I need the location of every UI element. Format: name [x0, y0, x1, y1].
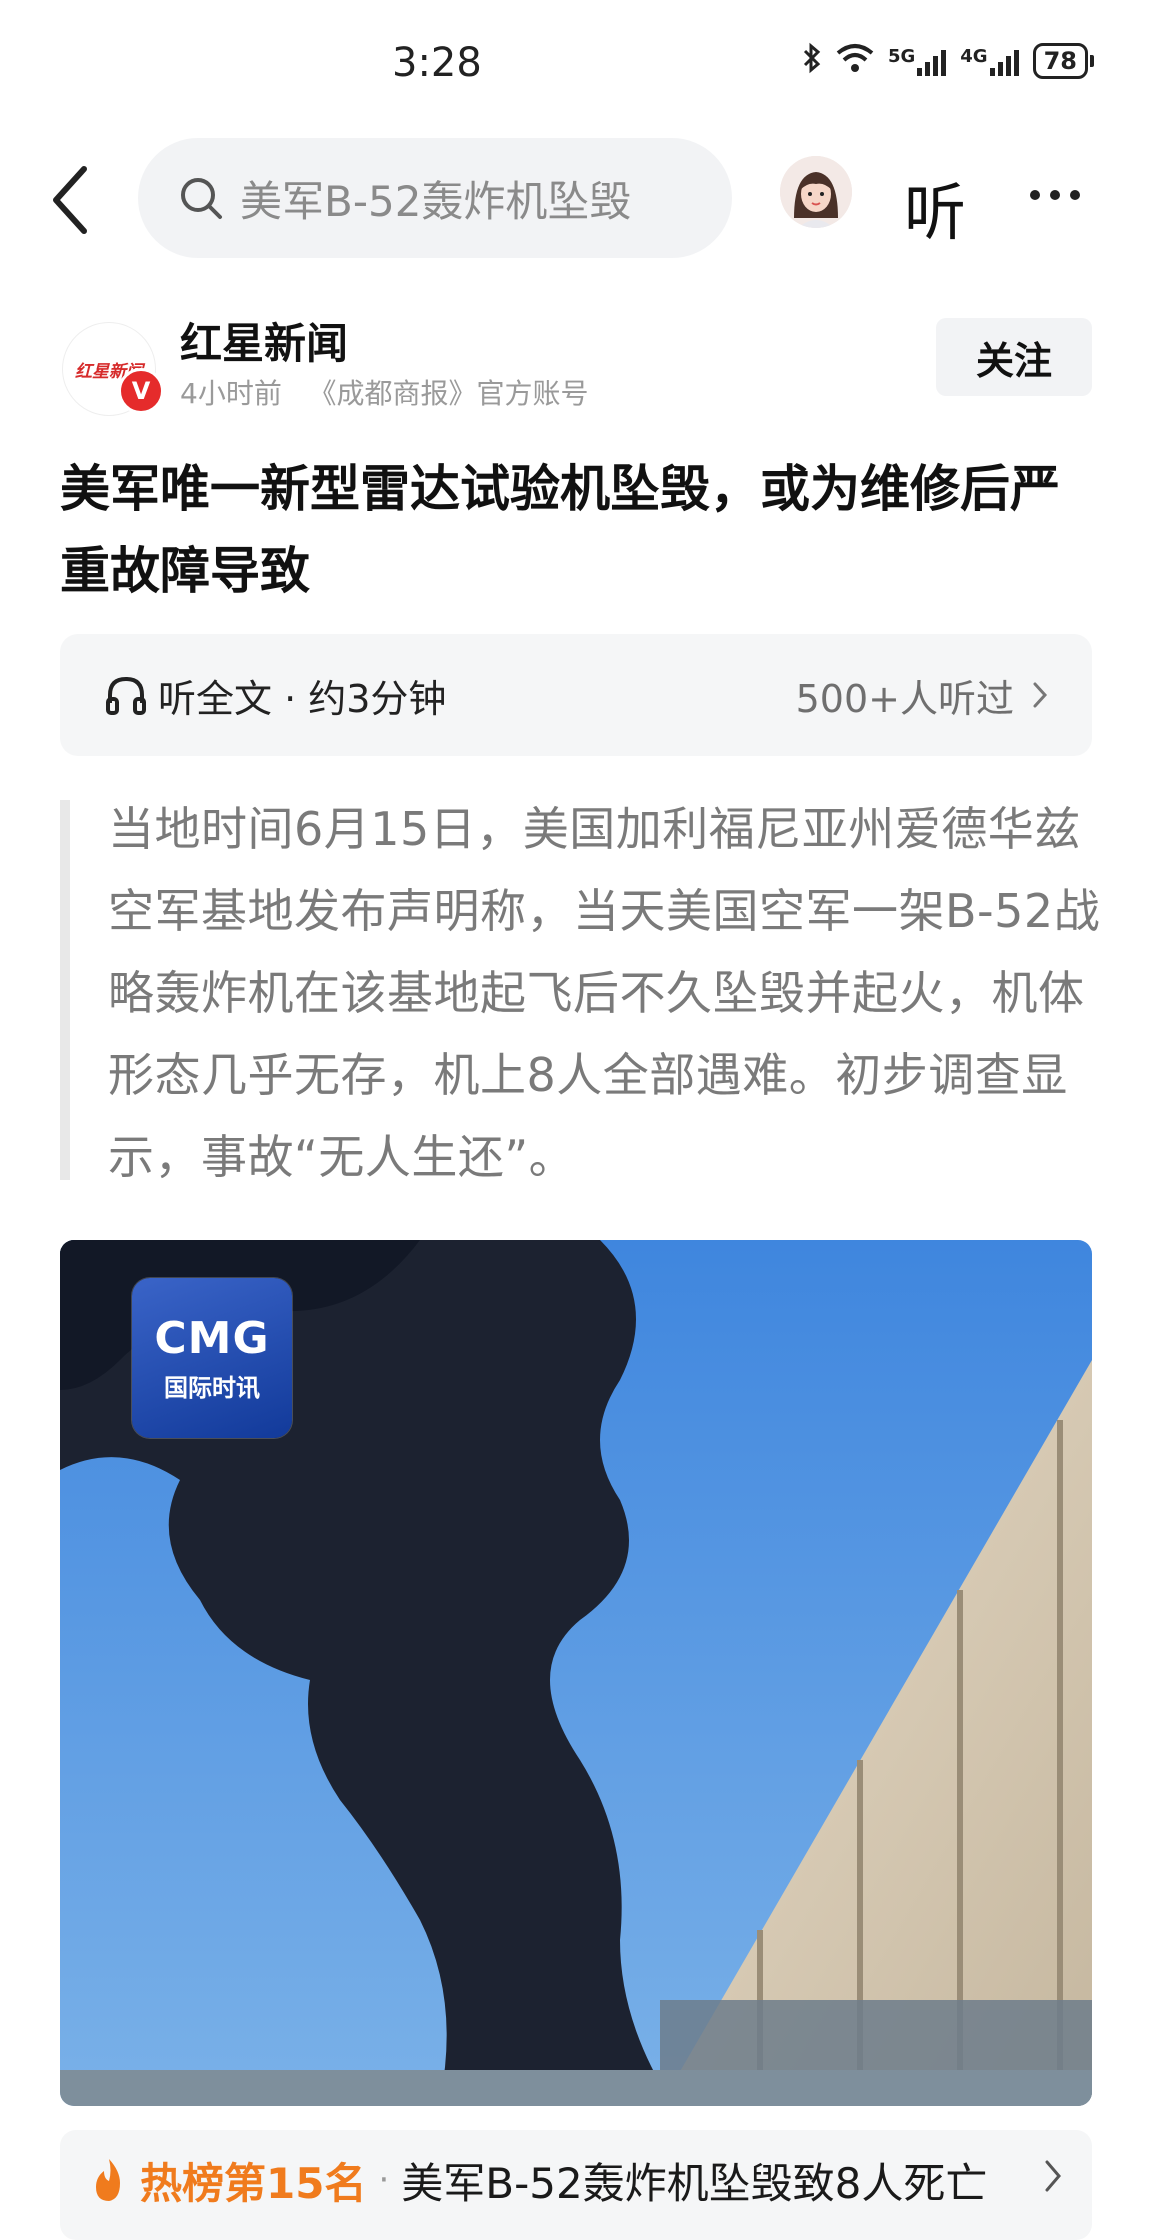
search-bar[interactable]: 美军B-52轰炸机坠毁 [138, 138, 732, 258]
status-icons: 5G 4G 78 [802, 42, 1095, 80]
article-title: 美军唯一新型雷达试验机坠毁，或为维修后严重故障导致 [60, 460, 1060, 600]
hot-rank-label: 热榜第15名 [140, 2158, 367, 2208]
listener-count: 500+人听过 [795, 676, 1014, 721]
network-label-4g: 4G [960, 46, 988, 67]
bluetooth-icon [802, 42, 822, 80]
news-image[interactable]: CMG 国际时讯 [60, 1240, 1092, 2106]
status-time: 3:28 [392, 40, 482, 86]
avatar[interactable] [780, 156, 852, 228]
listen-full-label: 听全文 · 约3分钟 [158, 676, 447, 721]
back-button[interactable] [50, 160, 100, 240]
hot-rank-bar[interactable]: 热榜第15名 · 美军B-52轰炸机坠毁致8人死亡 [60, 2130, 1092, 2240]
headphones-icon [104, 673, 148, 717]
hot-rank-title: 美军B-52轰炸机坠毁致8人死亡 [401, 2158, 988, 2208]
signal-5g-icon [917, 46, 947, 76]
follow-button[interactable]: 关注 [936, 318, 1092, 396]
author-source: 《成都商报》官方账号 [308, 377, 589, 410]
listen-button[interactable]: 听 [904, 162, 966, 252]
chevron-right-icon [1032, 680, 1048, 710]
search-query: 美军B-52轰炸机坠毁 [240, 176, 632, 226]
article-summary-quote: 当地时间6月15日，美国加利福尼亚州爱德华兹空军基地发布声明称，当天美国空军一架… [108, 802, 1101, 1184]
cmg-logo: CMG 国际时讯 [132, 1278, 292, 1438]
wifi-icon [836, 43, 874, 79]
avatar-girl-icon [780, 156, 852, 228]
more-options-icon[interactable] [1030, 190, 1080, 200]
cmg-logo-sub: 国际时讯 [164, 1374, 260, 1402]
fire-icon [90, 2157, 128, 2203]
battery-indicator: 78 [1032, 43, 1095, 79]
author-name[interactable]: 红星新闻 [180, 310, 348, 371]
cmg-logo-main: CMG [154, 1313, 270, 1364]
verified-badge-icon: V [118, 368, 164, 414]
hot-rank-separator: · [378, 2160, 390, 2200]
network-label-5g: 5G [887, 46, 916, 67]
back-arrow-icon [53, 166, 87, 234]
author-meta: 4小时前 《成都商报》官方账号 [180, 372, 589, 412]
chevron-right-icon [1044, 2158, 1062, 2198]
listen-full-article-bar[interactable]: 听全文 · 约3分钟 500+人听过 [60, 634, 1092, 756]
quote-bar [60, 800, 70, 1180]
signal-4g-icon [989, 46, 1019, 76]
search-icon [178, 175, 224, 221]
post-time: 4小时前 [180, 377, 282, 410]
